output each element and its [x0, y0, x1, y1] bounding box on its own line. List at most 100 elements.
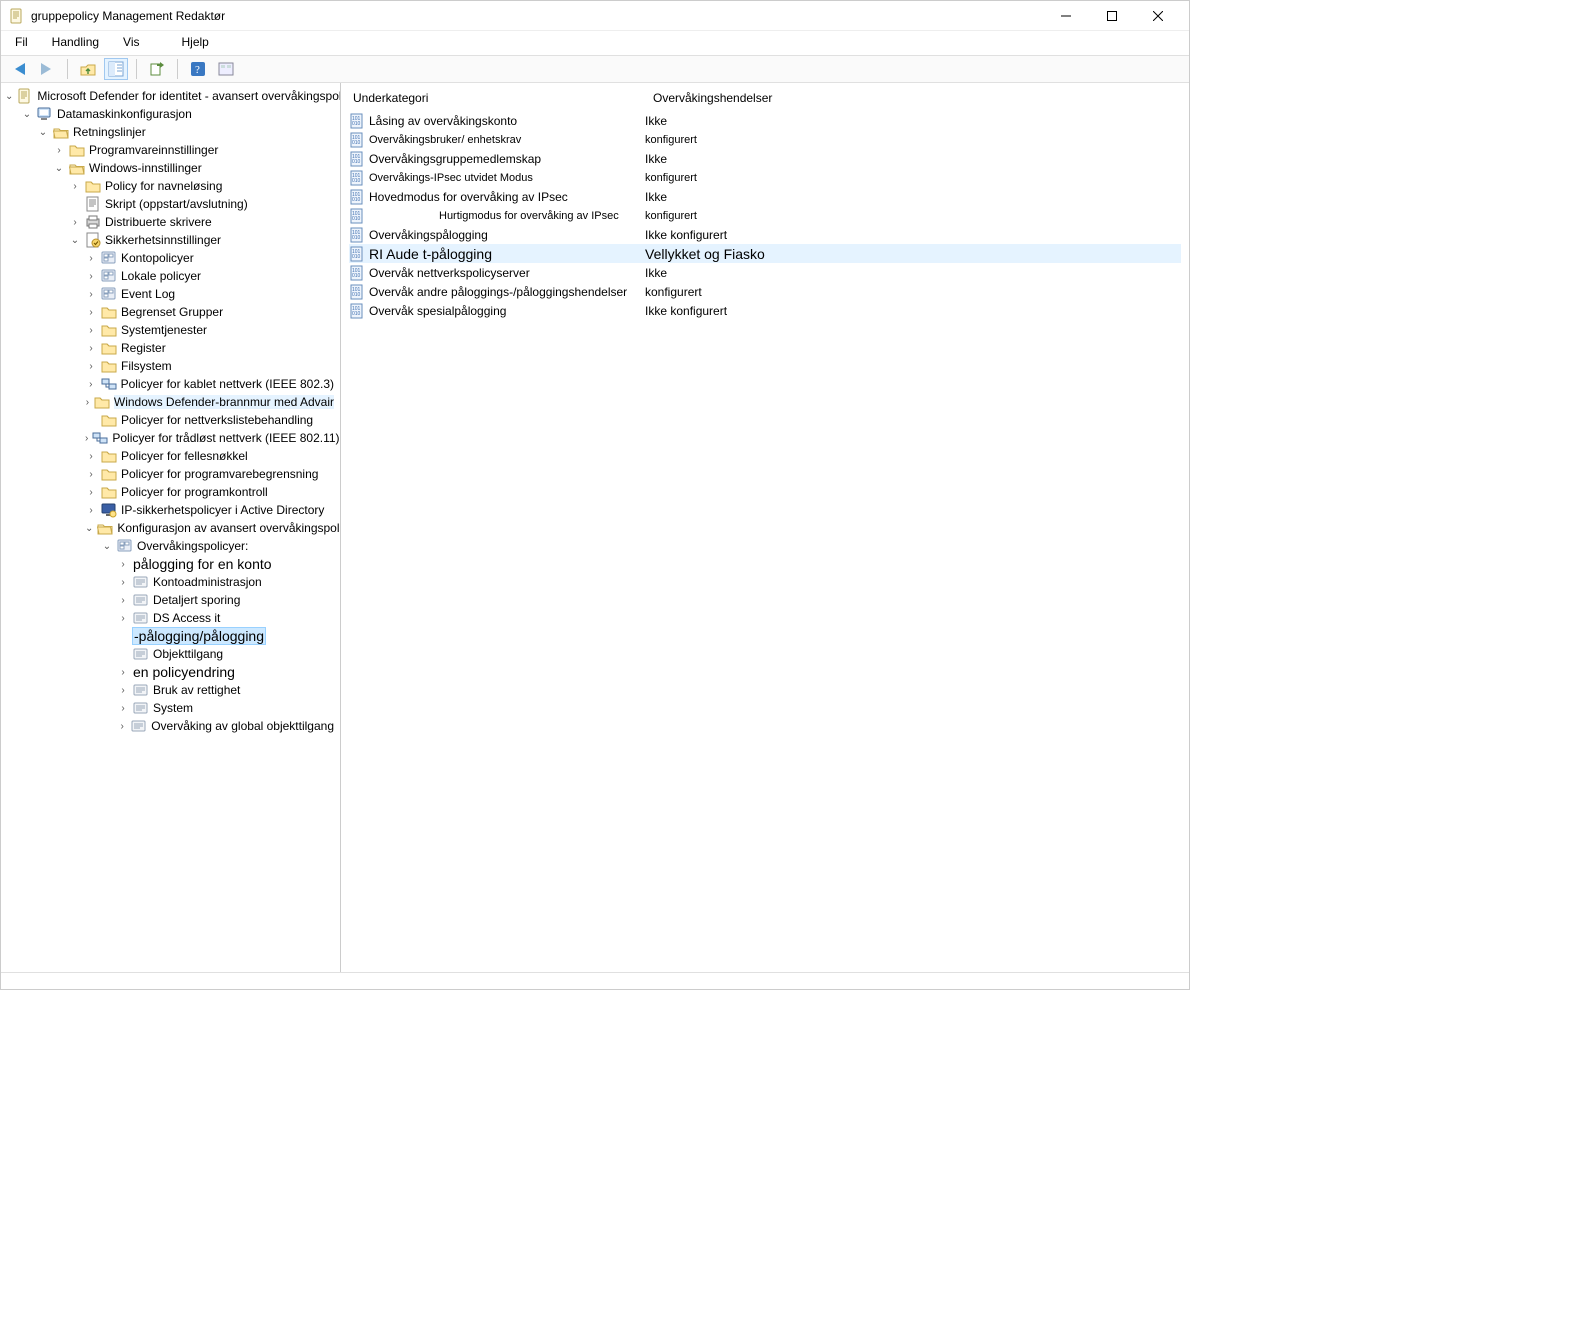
tree-wired[interactable]: ›Policyer for kablet nettverk (IEEE 802.… — [5, 375, 340, 393]
minimize-button[interactable] — [1043, 1, 1089, 31]
properties-button[interactable] — [214, 58, 238, 80]
tree-expand-icon[interactable]: › — [85, 379, 97, 390]
tree-public-key[interactable]: ›Policyer for fellesnøkkel — [5, 447, 340, 465]
tree-expand-icon[interactable]: › — [85, 451, 97, 462]
show-tree-button[interactable] — [104, 58, 128, 80]
tree-audit-policies[interactable]: ⌄Overvåkingspolicyer: — [5, 537, 340, 555]
detail-row[interactable]: Overvåkingsbruker/ enhetskravkonfigurert — [349, 130, 1181, 149]
tree-expand-icon[interactable]: › — [85, 469, 97, 480]
tree-expand-icon[interactable]: › — [117, 559, 129, 570]
detail-subcategory: Overvåk spesialpålogging — [369, 304, 645, 318]
detail-row[interactable]: Overvåk spesialpåloggingIkke konfigurert — [349, 301, 1181, 320]
tree-expand-icon[interactable]: ⌄ — [85, 523, 93, 534]
tree-registry[interactable]: ›Register — [5, 339, 340, 357]
tree-expand-icon[interactable]: › — [117, 667, 129, 678]
tree-privilege-use[interactable]: ›Bruk av rettighet — [5, 681, 340, 699]
col-audit-events[interactable]: Overvåkingshendelser — [649, 89, 1181, 107]
tree-account-policies[interactable]: ›Kontopolicyer — [5, 249, 340, 267]
detail-row[interactable]: Hovedmodus for overvåking av IPsecIkke — [349, 187, 1181, 206]
tree-system[interactable]: ›System — [5, 699, 340, 717]
tree-name-resolution[interactable]: ›Policy for navneløsing — [5, 177, 340, 195]
tree-file-system[interactable]: ›Filsystem — [5, 357, 340, 375]
maximize-button[interactable] — [1089, 1, 1135, 31]
tree-ds-access[interactable]: ›DS Access it — [5, 609, 340, 627]
detail-row[interactable]: Hurtigmodus for overvåking av IPseckonfi… — [349, 206, 1181, 225]
nav-forward-button[interactable] — [35, 58, 59, 80]
tree-firewall[interactable]: ›Windows Defender-brannmur med Advair — [5, 393, 340, 411]
tree-computer-config[interactable]: ⌄Datamaskinkonfigurasjon — [5, 105, 340, 123]
tree-expand-icon[interactable]: ⌄ — [69, 235, 81, 246]
tree-expand-icon[interactable]: › — [69, 217, 81, 228]
tree-pane[interactable]: ⌄Microsoft Defender for identitet - avan… — [1, 83, 341, 972]
detail-row[interactable]: OvervåkingsgruppemedlemskapIkke — [349, 149, 1181, 168]
tree-adv-audit[interactable]: ⌄Konfigurasjon av avansert overvåkingspo… — [5, 519, 340, 537]
detail-row[interactable]: Overvåk andre påloggings-/påloggingshend… — [349, 282, 1181, 301]
tree-system-services[interactable]: ›Systemtjenester — [5, 321, 340, 339]
tree-expand-icon[interactable]: › — [85, 505, 97, 516]
tree-wireless[interactable]: ›Policyer for trådløst nettverk (IEEE 80… — [5, 429, 340, 447]
tree-network-list[interactable]: Policyer for nettverkslistebehandling — [5, 411, 340, 429]
tree-software-settings[interactable]: ›Programvareinnstillinger — [5, 141, 340, 159]
tree-printers[interactable]: ›Distribuerte skrivere — [5, 213, 340, 231]
tree-expand-icon[interactable]: › — [117, 613, 129, 624]
tree-app-control[interactable]: ›Policyer for programkontroll — [5, 483, 340, 501]
tree-policies[interactable]: ⌄Retningslinjer — [5, 123, 340, 141]
tree-sw-restriction[interactable]: ›Policyer for programvarebegrensning — [5, 465, 340, 483]
tree-local-policies[interactable]: ›Lokale policyer — [5, 267, 340, 285]
tree-logon-logoff[interactable]: -pålogging/pålogging — [5, 627, 340, 645]
tree-detailed-tracking[interactable]: ›Detaljert sporing — [5, 591, 340, 609]
tree-expand-icon[interactable]: › — [117, 595, 129, 606]
detail-row[interactable]: OvervåkingspåloggingIkke konfigurert — [349, 225, 1181, 244]
detail-row[interactable]: RI Aude t-påloggingVellykket og Fiasko — [349, 244, 1181, 263]
menu-view[interactable]: Vis — [119, 33, 143, 51]
menu-help[interactable]: Hjelp — [178, 33, 213, 51]
menu-file[interactable]: Fil — [11, 33, 32, 51]
detail-pane[interactable]: Underkategori Overvåkingshendelser Låsin… — [341, 83, 1189, 972]
tree-expand-icon[interactable]: › — [117, 685, 129, 696]
tree-expand-icon[interactable]: ⌄ — [53, 163, 65, 174]
tree-hscroll[interactable] — [1, 972, 341, 989]
tree-expand-icon[interactable]: › — [85, 397, 90, 408]
help-button[interactable] — [186, 58, 210, 80]
tree-scripts[interactable]: Skript (oppstart/avslutning) — [5, 195, 340, 213]
nav-back-button[interactable] — [7, 58, 31, 80]
tree-security-settings[interactable]: ⌄Sikkerhetsinnstillinger — [5, 231, 340, 249]
tree-expand-icon[interactable]: › — [53, 145, 65, 156]
tree-root[interactable]: ⌄Microsoft Defender for identitet - avan… — [5, 87, 340, 105]
tree-expand-icon[interactable]: › — [85, 307, 97, 318]
tree-expand-icon[interactable]: › — [85, 325, 97, 336]
detail-hscroll[interactable] — [341, 972, 1189, 989]
tree-expand-icon[interactable]: ⌄ — [5, 91, 13, 102]
tree-expand-icon[interactable]: › — [85, 253, 97, 264]
tree-restricted-groups[interactable]: ›Begrenset Grupper — [5, 303, 340, 321]
tree-expand-icon[interactable]: › — [117, 721, 127, 732]
tree-windows-settings[interactable]: ⌄Windows-innstillinger — [5, 159, 340, 177]
tree-expand-icon[interactable]: › — [85, 289, 97, 300]
tree-expand-icon[interactable]: › — [85, 361, 97, 372]
tree-expand-icon[interactable]: › — [117, 577, 129, 588]
menu-action[interactable]: Handling — [48, 33, 103, 51]
up-level-button[interactable] — [76, 58, 100, 80]
tree-object-access[interactable]: Objekttilgang — [5, 645, 340, 663]
tree-expand-icon[interactable]: › — [117, 703, 129, 714]
tree-expand-icon[interactable]: › — [85, 487, 97, 498]
tree-expand-icon[interactable]: ⌄ — [21, 109, 33, 120]
tree-expand-icon[interactable]: › — [85, 433, 88, 444]
detail-row[interactable]: Overvåk nettverkspolicyserverIkke — [349, 263, 1181, 282]
export-button[interactable] — [145, 58, 169, 80]
tree-expand-icon[interactable]: ⌄ — [101, 541, 113, 552]
detail-row[interactable]: Overvåkings-IPsec utvidet Moduskonfigure… — [349, 168, 1181, 187]
col-subcategory[interactable]: Underkategori — [349, 89, 649, 107]
tree-global-object[interactable]: ›Overvåking av global objekttilgang — [5, 717, 340, 735]
tree-expand-icon[interactable]: ⌄ — [37, 127, 49, 138]
tree-event-log[interactable]: ›Event Log — [5, 285, 340, 303]
tree-expand-icon[interactable]: › — [69, 181, 81, 192]
tree-expand-icon[interactable]: › — [85, 271, 97, 282]
close-button[interactable] — [1135, 1, 1181, 31]
tree-ipsec-ad[interactable]: ›IP-sikkerhetspolicyer i Active Director… — [5, 501, 340, 519]
tree-account-management[interactable]: ›Kontoadministrasjon — [5, 573, 340, 591]
tree-policy-change[interactable]: ›en policyendring — [5, 663, 340, 681]
tree-expand-icon[interactable]: › — [85, 343, 97, 354]
tree-account-logon[interactable]: ›pålogging for en konto — [5, 555, 340, 573]
detail-row[interactable]: Låsing av overvåkingskontoIkke — [349, 111, 1181, 130]
